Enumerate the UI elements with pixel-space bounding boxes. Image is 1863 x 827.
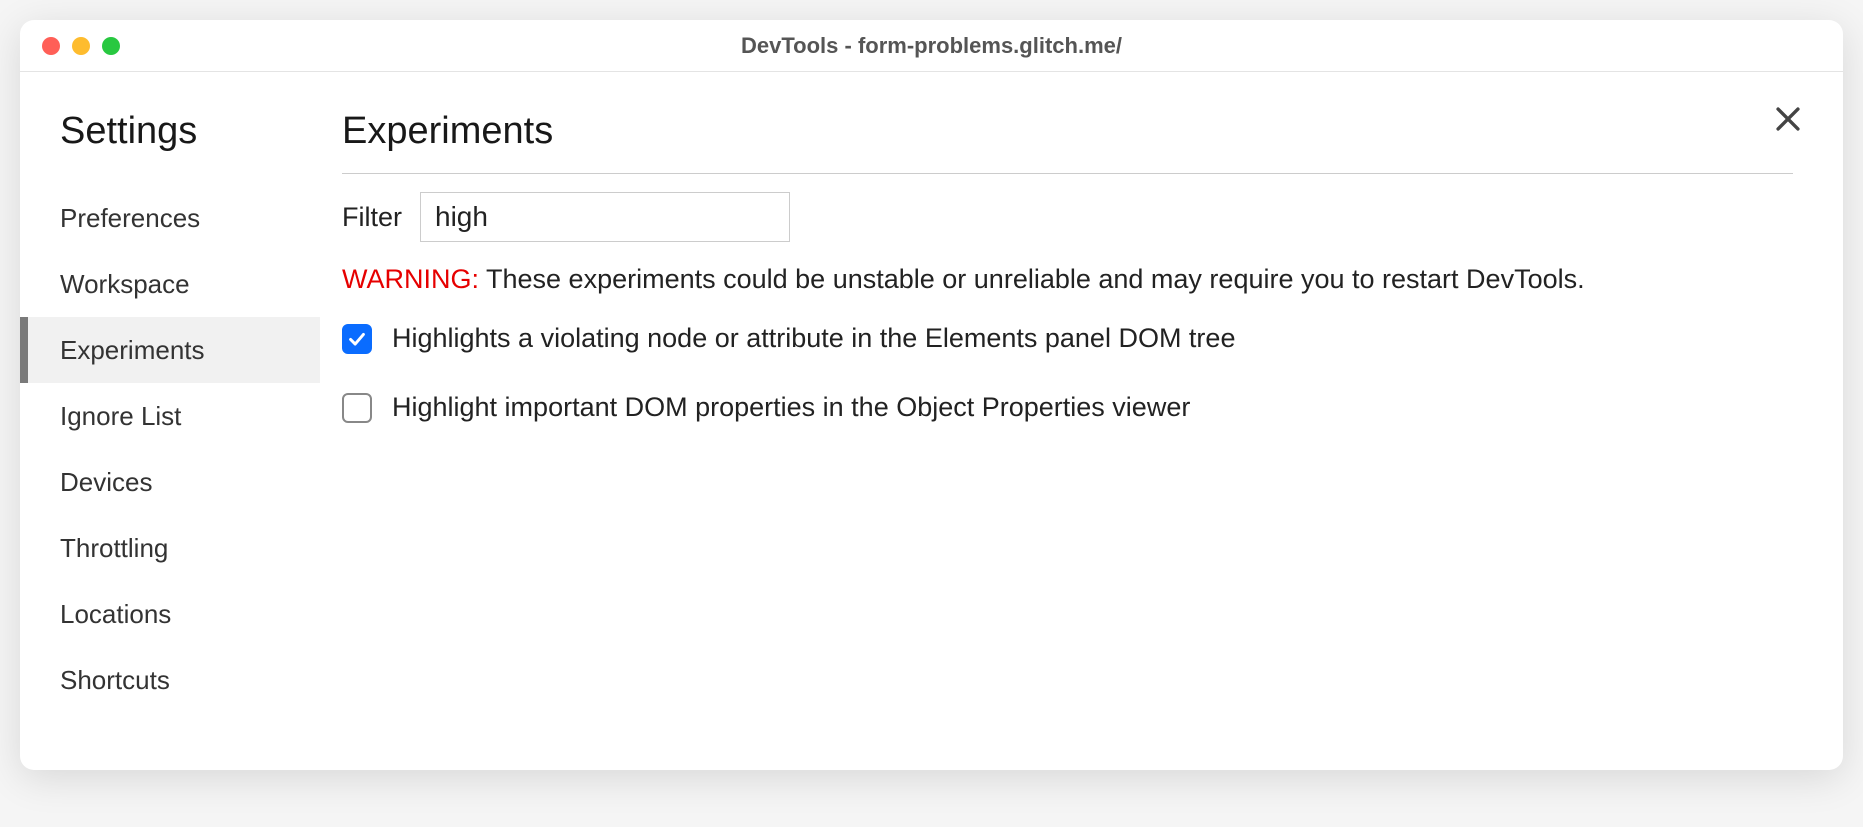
warning-row: WARNING: These experiments could be unst… (342, 264, 1793, 295)
experiment-item: Highlight important DOM properties in th… (342, 392, 1793, 423)
check-icon (346, 328, 368, 350)
main-panel: Experiments Filter WARNING: These experi… (320, 72, 1843, 770)
filter-label: Filter (342, 202, 402, 233)
sidebar-item-label: Locations (60, 599, 171, 630)
close-icon (1771, 102, 1805, 136)
sidebar-item-throttling[interactable]: Throttling (20, 515, 320, 581)
sidebar-item-workspace[interactable]: Workspace (20, 251, 320, 317)
content: Settings Preferences Workspace Experimen… (20, 72, 1843, 770)
sidebar-item-label: Ignore List (60, 401, 181, 432)
sidebar-item-label: Devices (60, 467, 152, 498)
sidebar-item-label: Preferences (60, 203, 200, 234)
sidebar-item-shortcuts[interactable]: Shortcuts (20, 647, 320, 713)
sidebar-item-preferences[interactable]: Preferences (20, 185, 320, 251)
sidebar-item-label: Throttling (60, 533, 168, 564)
sidebar-item-label: Workspace (60, 269, 190, 300)
window-title: DevTools - form-problems.glitch.me/ (741, 33, 1122, 59)
sidebar-item-locations[interactable]: Locations (20, 581, 320, 647)
titlebar: DevTools - form-problems.glitch.me/ (20, 20, 1843, 72)
filter-row: Filter (342, 192, 1793, 242)
window-close-traffic-light[interactable] (42, 37, 60, 55)
experiment-label: Highlight important DOM properties in th… (392, 392, 1190, 423)
sidebar-item-experiments[interactable]: Experiments (20, 317, 320, 383)
experiment-checkbox[interactable] (342, 393, 372, 423)
warning-text: These experiments could be unstable or u… (479, 264, 1585, 294)
sidebar: Settings Preferences Workspace Experimen… (20, 72, 320, 770)
sidebar-item-ignore-list[interactable]: Ignore List (20, 383, 320, 449)
sidebar-item-devices[interactable]: Devices (20, 449, 320, 515)
window-zoom-traffic-light[interactable] (102, 37, 120, 55)
sidebar-item-label: Shortcuts (60, 665, 170, 696)
divider (342, 173, 1793, 174)
filter-input[interactable] (420, 192, 790, 242)
experiment-label: Highlights a violating node or attribute… (392, 323, 1235, 354)
devtools-window: DevTools - form-problems.glitch.me/ Sett… (20, 20, 1843, 770)
sidebar-title: Settings (60, 110, 320, 153)
experiment-checkbox[interactable] (342, 324, 372, 354)
sidebar-item-label: Experiments (60, 335, 205, 366)
page-title: Experiments (342, 110, 1793, 153)
warning-label: WARNING: (342, 264, 479, 294)
close-button[interactable] (1771, 102, 1805, 141)
window-minimize-traffic-light[interactable] (72, 37, 90, 55)
experiment-item: Highlights a violating node or attribute… (342, 323, 1793, 354)
window-controls (42, 37, 120, 55)
